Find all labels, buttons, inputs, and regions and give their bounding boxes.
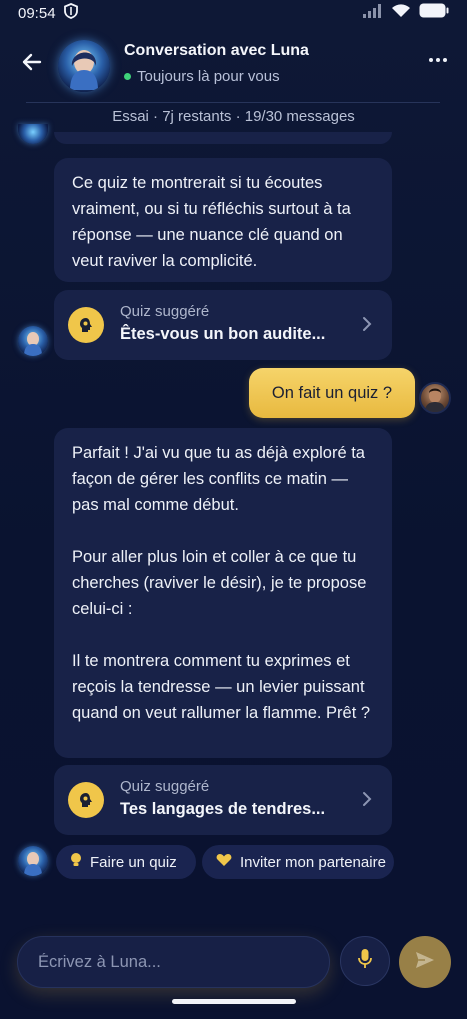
- microphone-button[interactable]: [340, 936, 390, 986]
- brain-icon: [68, 307, 104, 343]
- send-icon: [415, 951, 435, 974]
- chat-screen: 09:54 Conversation avec Luna Toujours là…: [0, 0, 467, 1019]
- chat-header: Conversation avec Luna Toujours là pour …: [0, 30, 467, 102]
- shield-icon: [63, 3, 78, 23]
- quiz-card-title: Êtes-vous un bon audite...: [120, 325, 326, 343]
- quick-reply-quiz[interactable]: Faire un quiz: [56, 845, 196, 879]
- message-input[interactable]: [18, 937, 329, 987]
- signal-icon: [363, 3, 383, 23]
- quick-reply-label: Faire un quiz: [90, 853, 177, 871]
- battery-icon: [419, 3, 449, 23]
- presence-text: Toujours là pour vous: [137, 68, 280, 85]
- suggested-quiz-card[interactable]: Quiz suggéré Tes langages de tendres...: [54, 765, 392, 835]
- luna-avatar[interactable]: [58, 40, 110, 92]
- quiz-card-label: Quiz suggéré: [120, 303, 210, 320]
- heart-icon: [216, 853, 232, 871]
- bot-message-paragraph: Parfait ! J'ai vu que tu as déjà exploré…: [72, 444, 365, 514]
- message-composer: [17, 936, 330, 988]
- home-indicator: [172, 999, 296, 1004]
- header-divider: [26, 102, 440, 103]
- bot-avatar: [18, 326, 48, 356]
- chat-title: Conversation avec Luna: [124, 42, 309, 59]
- chevron-right-icon: [362, 791, 372, 807]
- quick-reply-invite-partner[interactable]: Inviter mon partenaire: [202, 845, 394, 879]
- suggested-quiz-card[interactable]: Quiz suggéré Êtes-vous un bon audite...: [54, 290, 392, 360]
- microphone-icon: [357, 948, 373, 975]
- status-bar: 09:54: [0, 0, 467, 26]
- status-time: 09:54: [18, 4, 56, 22]
- quiz-card-label: Quiz suggéré: [120, 778, 210, 795]
- user-avatar: [419, 382, 451, 414]
- quiz-card-title: Tes langages de tendres...: [120, 800, 326, 818]
- quick-reply-label: Inviter mon partenaire: [240, 853, 386, 871]
- back-arrow-icon[interactable]: [20, 50, 44, 74]
- more-options-icon[interactable]: [429, 58, 447, 62]
- bot-message-bubble: Parfait ! J'ai vu que tu as déjà exploré…: [54, 428, 392, 758]
- lightbulb-icon: [70, 852, 82, 872]
- bot-message-bubble-partial: [54, 132, 392, 144]
- send-button[interactable]: [399, 936, 451, 988]
- bot-message-paragraph: Pour aller plus loin et coller à ce que …: [72, 548, 367, 618]
- trial-banner: Essai · 7j restants · 19/30 messages: [112, 108, 355, 125]
- online-dot-icon: [124, 73, 131, 80]
- bot-message-paragraph: Il te montrera comment tu exprimes et re…: [72, 652, 371, 722]
- chevron-right-icon: [362, 316, 372, 332]
- presence-status: Toujours là pour vous: [124, 68, 280, 85]
- wifi-icon: [391, 3, 411, 23]
- bot-avatar: [18, 846, 48, 876]
- bot-message-text: Ce quiz te montrerait si tu écoutes vrai…: [72, 174, 351, 270]
- bot-message-bubble: Ce quiz te montrerait si tu écoutes vrai…: [54, 158, 392, 282]
- brain-icon: [68, 782, 104, 818]
- bot-avatar: [18, 124, 48, 144]
- user-message-bubble: On fait un quiz ?: [249, 368, 415, 418]
